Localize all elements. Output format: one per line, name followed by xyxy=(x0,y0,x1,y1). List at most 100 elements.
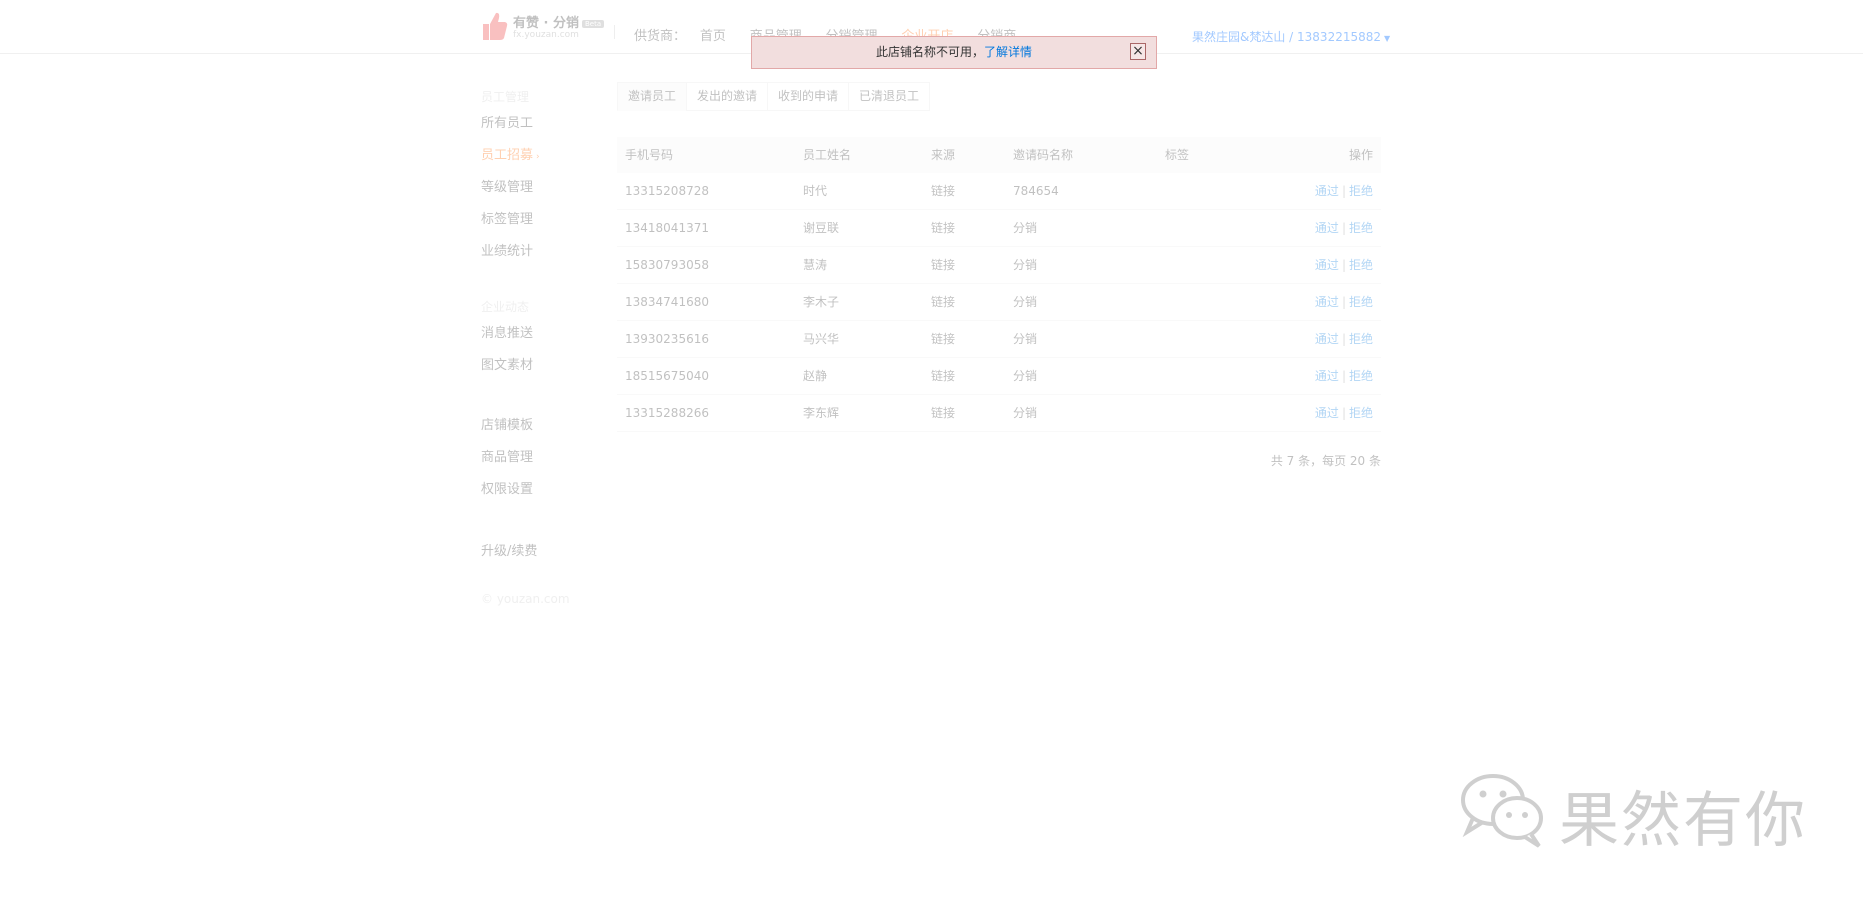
cell-actions: 通过 | 拒绝 xyxy=(1255,321,1381,357)
action-separator: | xyxy=(1341,295,1346,309)
sidebar-item-levels[interactable]: 等级管理 xyxy=(481,172,591,204)
caret-down-icon: ▼ xyxy=(1384,34,1391,43)
thumbs-up-icon xyxy=(483,12,508,40)
cell-actions: 通过 | 拒绝 xyxy=(1255,210,1381,246)
cell-phone: 18515675040 xyxy=(625,369,709,383)
sidebar-item-push[interactable]: 消息推送 xyxy=(481,318,591,350)
cell-invite-code: 分销 xyxy=(1013,258,1038,272)
reject-link[interactable]: 拒绝 xyxy=(1349,184,1373,198)
cell-actions: 通过 | 拒绝 xyxy=(1255,358,1381,394)
action-separator: | xyxy=(1341,406,1346,420)
brand-domain: fx.youzan.com xyxy=(513,30,579,40)
supplier-label: 供货商： xyxy=(634,29,687,44)
cell-invite-code: 分销 xyxy=(1013,295,1038,309)
cell-phone: 13834741680 xyxy=(625,295,709,309)
reject-link[interactable]: 拒绝 xyxy=(1349,332,1373,346)
approve-link[interactable]: 通过 xyxy=(1315,332,1339,346)
reject-link[interactable]: 拒绝 xyxy=(1349,258,1373,272)
approve-link[interactable]: 通过 xyxy=(1315,369,1339,383)
copyright: © youzan.com xyxy=(481,592,570,606)
col-header-code: 邀请码名称 xyxy=(1013,148,1074,162)
cell-tag xyxy=(1165,173,1255,209)
tab-invite-staff[interactable]: 邀请员工 xyxy=(617,82,688,111)
action-separator: | xyxy=(1341,221,1346,235)
reject-link[interactable]: 拒绝 xyxy=(1349,406,1373,420)
cell-actions: 通过 | 拒绝 xyxy=(1255,173,1381,209)
close-alert-button[interactable]: × xyxy=(1130,43,1146,60)
cell-invite-code: 分销 xyxy=(1013,406,1038,420)
cell-tag xyxy=(1165,395,1255,431)
cell-name: 马兴华 xyxy=(803,332,840,346)
cell-name: 时代 xyxy=(803,184,828,198)
brand-text: 有赞 · 分销 xyxy=(513,16,579,31)
tab-removed-staff[interactable]: 已清退员工 xyxy=(848,82,931,111)
approve-link[interactable]: 通过 xyxy=(1315,406,1339,420)
watermark: 果然有你 xyxy=(1455,770,1815,856)
table-row: 18515675040 赵静 链接 分销 通过 | 拒绝 xyxy=(617,358,1381,395)
cell-name: 李东辉 xyxy=(803,406,840,420)
cell-source: 链接 xyxy=(931,258,956,272)
approve-link[interactable]: 通过 xyxy=(1315,184,1339,198)
cell-invite-code: 分销 xyxy=(1013,332,1038,346)
col-header-name: 员工姓名 xyxy=(803,148,852,162)
cell-invite-code: 784654 xyxy=(1013,184,1059,198)
brand-name: 有赞 · 分销 Beta xyxy=(513,12,605,31)
cell-invite-code: 分销 xyxy=(1013,221,1038,235)
reject-link[interactable]: 拒绝 xyxy=(1349,295,1373,309)
tab-bar: 邀请员工 发出的邀请 收到的申请 已清退员工 xyxy=(617,82,931,111)
sidebar-item-recruit[interactable]: 员工招募 › xyxy=(481,140,591,172)
action-separator: | xyxy=(1341,369,1346,383)
reject-link[interactable]: 拒绝 xyxy=(1349,221,1373,235)
cell-phone: 13418041371 xyxy=(625,221,709,235)
table-body: 13315208728 时代 链接 784654 通过 | 拒绝 13418041371 谢豆联… xyxy=(617,173,1381,432)
action-separator: | xyxy=(1341,332,1346,346)
sidebar-group-title-staff: 员工管理 xyxy=(481,90,530,104)
table-row: 13930235616 马兴华 链接 分销 通过 | 拒绝 xyxy=(617,321,1381,358)
user-account-menu[interactable]: 果然庄园&梵达山 / 13832215882 ▼ xyxy=(1192,28,1390,45)
nav-home[interactable]: 首页 xyxy=(700,29,726,44)
cell-tag xyxy=(1165,321,1255,357)
col-header-source: 来源 xyxy=(931,148,956,162)
watermark-text: 果然有你 xyxy=(1559,786,1807,856)
sidebar-item-templates[interactable]: 店铺模板 xyxy=(481,410,591,442)
tab-received-applications[interactable]: 收到的申请 xyxy=(767,82,850,111)
nav-divider xyxy=(614,25,615,39)
cell-source: 链接 xyxy=(931,184,956,198)
cell-name: 李木子 xyxy=(803,295,840,309)
error-alert: 此店铺名称不可用，了解详情 × xyxy=(751,36,1157,69)
applications-table: 手机号码 员工姓名 来源 邀请码名称 标签 操作 13315208728 时代 链接… xyxy=(617,137,1381,432)
cell-phone: 15830793058 xyxy=(625,258,709,272)
user-account-label: 果然庄园&梵达山 / 13832215882 xyxy=(1192,30,1382,44)
cell-source: 链接 xyxy=(931,406,956,420)
sidebar-item-all-staff[interactable]: 所有员工 xyxy=(481,108,591,140)
table-row: 15830793058 慧涛 链接 分销 通过 | 拒绝 xyxy=(617,247,1381,284)
reject-link[interactable]: 拒绝 xyxy=(1349,369,1373,383)
sidebar-item-upgrade[interactable]: 升级/续费 xyxy=(481,536,591,568)
approve-link[interactable]: 通过 xyxy=(1315,221,1339,235)
sidebar-item-recruit-label: 员工招募 xyxy=(481,148,534,163)
sidebar-item-materials[interactable]: 图文素材 xyxy=(481,350,591,382)
cell-actions: 通过 | 拒绝 xyxy=(1255,395,1381,431)
sidebar-item-product-mgmt[interactable]: 商品管理 xyxy=(481,442,591,474)
cell-tag xyxy=(1165,358,1255,394)
sidebar-item-performance[interactable]: 业绩统计 xyxy=(481,236,591,268)
approve-link[interactable]: 通过 xyxy=(1315,295,1339,309)
cell-source: 链接 xyxy=(931,221,956,235)
cell-phone: 13930235616 xyxy=(625,332,709,346)
chevron-right-icon: › xyxy=(536,152,540,162)
cell-actions: 通过 | 拒绝 xyxy=(1255,284,1381,320)
col-header-actions: 操作 xyxy=(1348,148,1373,162)
tab-sent-invites[interactable]: 发出的邀请 xyxy=(686,82,769,111)
sidebar-item-permissions[interactable]: 权限设置 xyxy=(481,474,591,506)
cell-source: 链接 xyxy=(931,332,956,346)
approve-link[interactable]: 通过 xyxy=(1315,258,1339,272)
youzan-logo[interactable]: 有赞 · 分销 Beta fx.youzan.com xyxy=(480,10,610,44)
cell-tag xyxy=(1165,247,1255,283)
table-row: 13418041371 谢豆联 链接 分销 通过 | 拒绝 xyxy=(617,210,1381,247)
learn-more-link[interactable]: 了解详情 xyxy=(984,45,1032,59)
cell-invite-code: 分销 xyxy=(1013,369,1038,383)
sidebar-item-tags[interactable]: 标签管理 xyxy=(481,204,591,236)
